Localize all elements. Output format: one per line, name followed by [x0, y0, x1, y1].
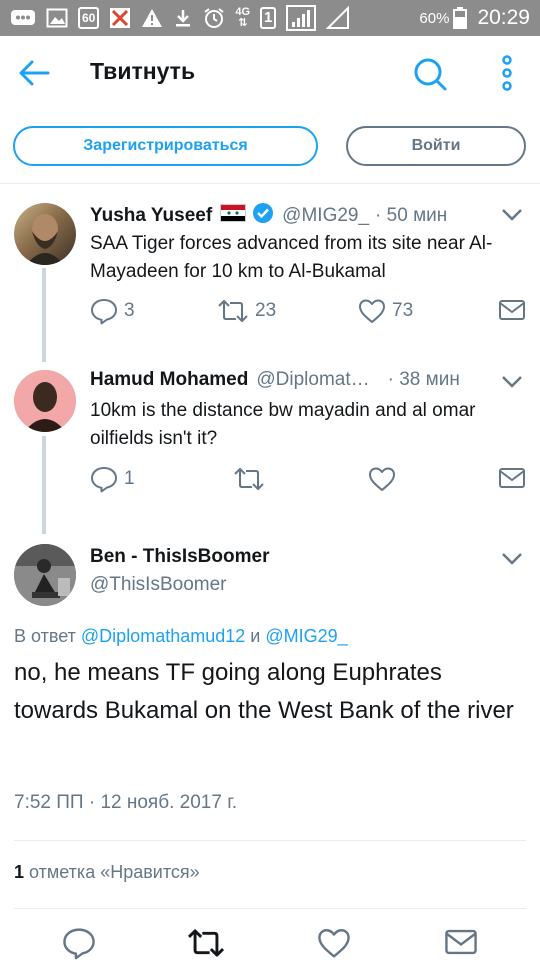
avatar[interactable] [14, 370, 76, 432]
divider [14, 908, 526, 909]
back-arrow-icon[interactable] [14, 56, 54, 90]
thread-line [42, 268, 46, 362]
message-icon[interactable] [444, 926, 478, 963]
chat-notification-icon [10, 7, 36, 29]
tweet-actions: 3 23 73 [90, 297, 530, 327]
message-button[interactable] [498, 465, 526, 491]
reply-conjunction: и [250, 626, 261, 646]
reply-icon [91, 467, 117, 493]
likes-summary[interactable]: 1 отметка «Нравится» [14, 862, 200, 883]
main-tweet-timestamp[interactable]: 7:52 ПП · 12 нояб. 2017 г. [14, 792, 237, 814]
signal-icon [286, 5, 317, 31]
battery-percent: 60% [419, 9, 450, 27]
sim-icon: 1 [260, 7, 277, 29]
reply-count: 3 [124, 300, 135, 321]
retweet-count: 23 [255, 300, 277, 321]
retweet-icon [218, 300, 248, 322]
more-vertical-icon[interactable] [496, 54, 518, 94]
verified-icon [252, 202, 274, 229]
main-tweet-author-name[interactable]: Ben - ThisIsBoomer [90, 546, 269, 568]
tweet-author-name[interactable]: Hamud Mohamed [90, 369, 248, 391]
avatar[interactable] [14, 544, 76, 606]
signal-bars-icon [326, 6, 350, 29]
divider [14, 840, 526, 841]
like-count: 73 [392, 300, 414, 321]
likes-label: отметка «Нравится» [29, 862, 200, 882]
app-notification-icon [109, 7, 131, 29]
reply-icon[interactable] [62, 926, 96, 965]
app-bar: Твитнуть [0, 36, 540, 110]
reply-button[interactable]: 3 [90, 297, 135, 325]
like-button[interactable]: 73 [358, 297, 413, 325]
tweet-time: · 50 мин [375, 204, 448, 226]
reply-prefix: В ответ [14, 626, 76, 646]
retweet-button[interactable]: 23 [217, 297, 276, 325]
reply-context: В ответ @Diplomathamud12 и @MIG29_ [14, 626, 348, 647]
message-button[interactable] [498, 297, 526, 323]
reply-user-link[interactable]: @MIG29_ [265, 626, 347, 646]
tweet-text: 10km is the distance bw mayadin and al o… [90, 400, 476, 449]
status-bar: 60 4G ⇅ 1 60% 20:29 [0, 0, 540, 36]
message-icon [499, 300, 525, 320]
auth-bar: Зарегистрироваться Войти [0, 110, 540, 184]
tweet-text: SAA Tiger forces advanced from its site … [90, 233, 493, 282]
heart-icon [359, 299, 385, 323]
avatar[interactable] [14, 203, 76, 265]
warning-icon [141, 7, 163, 29]
chevron-down-icon[interactable] [501, 375, 523, 389]
reply-user-link[interactable]: @Diplomathamud12 [81, 626, 245, 646]
data-arrows-icon: ⇅ [238, 17, 248, 29]
battery-icon [453, 7, 468, 29]
flag-icon [220, 204, 247, 227]
likes-count: 1 [14, 862, 25, 882]
reply-button[interactable]: 1 [90, 465, 135, 493]
main-tweet-author-handle[interactable]: @ThisIsBoomer [90, 574, 227, 596]
main-tweet-actions [0, 920, 540, 960]
alarm-icon [203, 7, 225, 29]
main-tweet-text: no, he means TF going along Euphrates to… [14, 659, 514, 724]
network-type-icon: 4G ⇅ [235, 7, 250, 29]
login-button[interactable]: Войти [346, 126, 526, 166]
tweet-author-handle[interactable]: @MIG29_ [282, 205, 369, 227]
heart-icon[interactable] [317, 926, 351, 965]
message-icon [499, 468, 525, 488]
tweet-header: Hamud Mohamed @Diplomat… · 38 мин [90, 369, 460, 391]
thread-line [42, 436, 46, 534]
retweet-icon[interactable] [186, 926, 226, 965]
signup-button[interactable]: Зарегистрироваться [13, 126, 318, 166]
heart-icon [369, 467, 395, 491]
page-title: Твитнуть [90, 58, 196, 84]
tweet-time: · 38 мин [387, 369, 460, 390]
like-button[interactable] [368, 465, 396, 493]
reply-count: 1 [124, 468, 135, 489]
gallery-notification-icon [46, 7, 68, 29]
chevron-down-icon[interactable] [501, 552, 523, 566]
badge-notification-icon: 60 [78, 7, 100, 29]
chevron-down-icon[interactable] [501, 208, 523, 222]
download-icon [173, 7, 193, 29]
tweet-actions: 1 [90, 465, 530, 495]
retweet-button[interactable] [233, 465, 265, 493]
clock: 20:29 [477, 6, 530, 29]
tweet-author-handle[interactable]: @Diplomat… [256, 369, 369, 391]
reply-icon [91, 299, 117, 325]
tweet-header: Yusha Yuseef @MIG29_ · 50 мин [90, 202, 447, 229]
retweet-icon [234, 468, 264, 490]
tweet-author-name[interactable]: Yusha Yuseef [90, 205, 212, 227]
search-icon[interactable] [410, 54, 450, 94]
